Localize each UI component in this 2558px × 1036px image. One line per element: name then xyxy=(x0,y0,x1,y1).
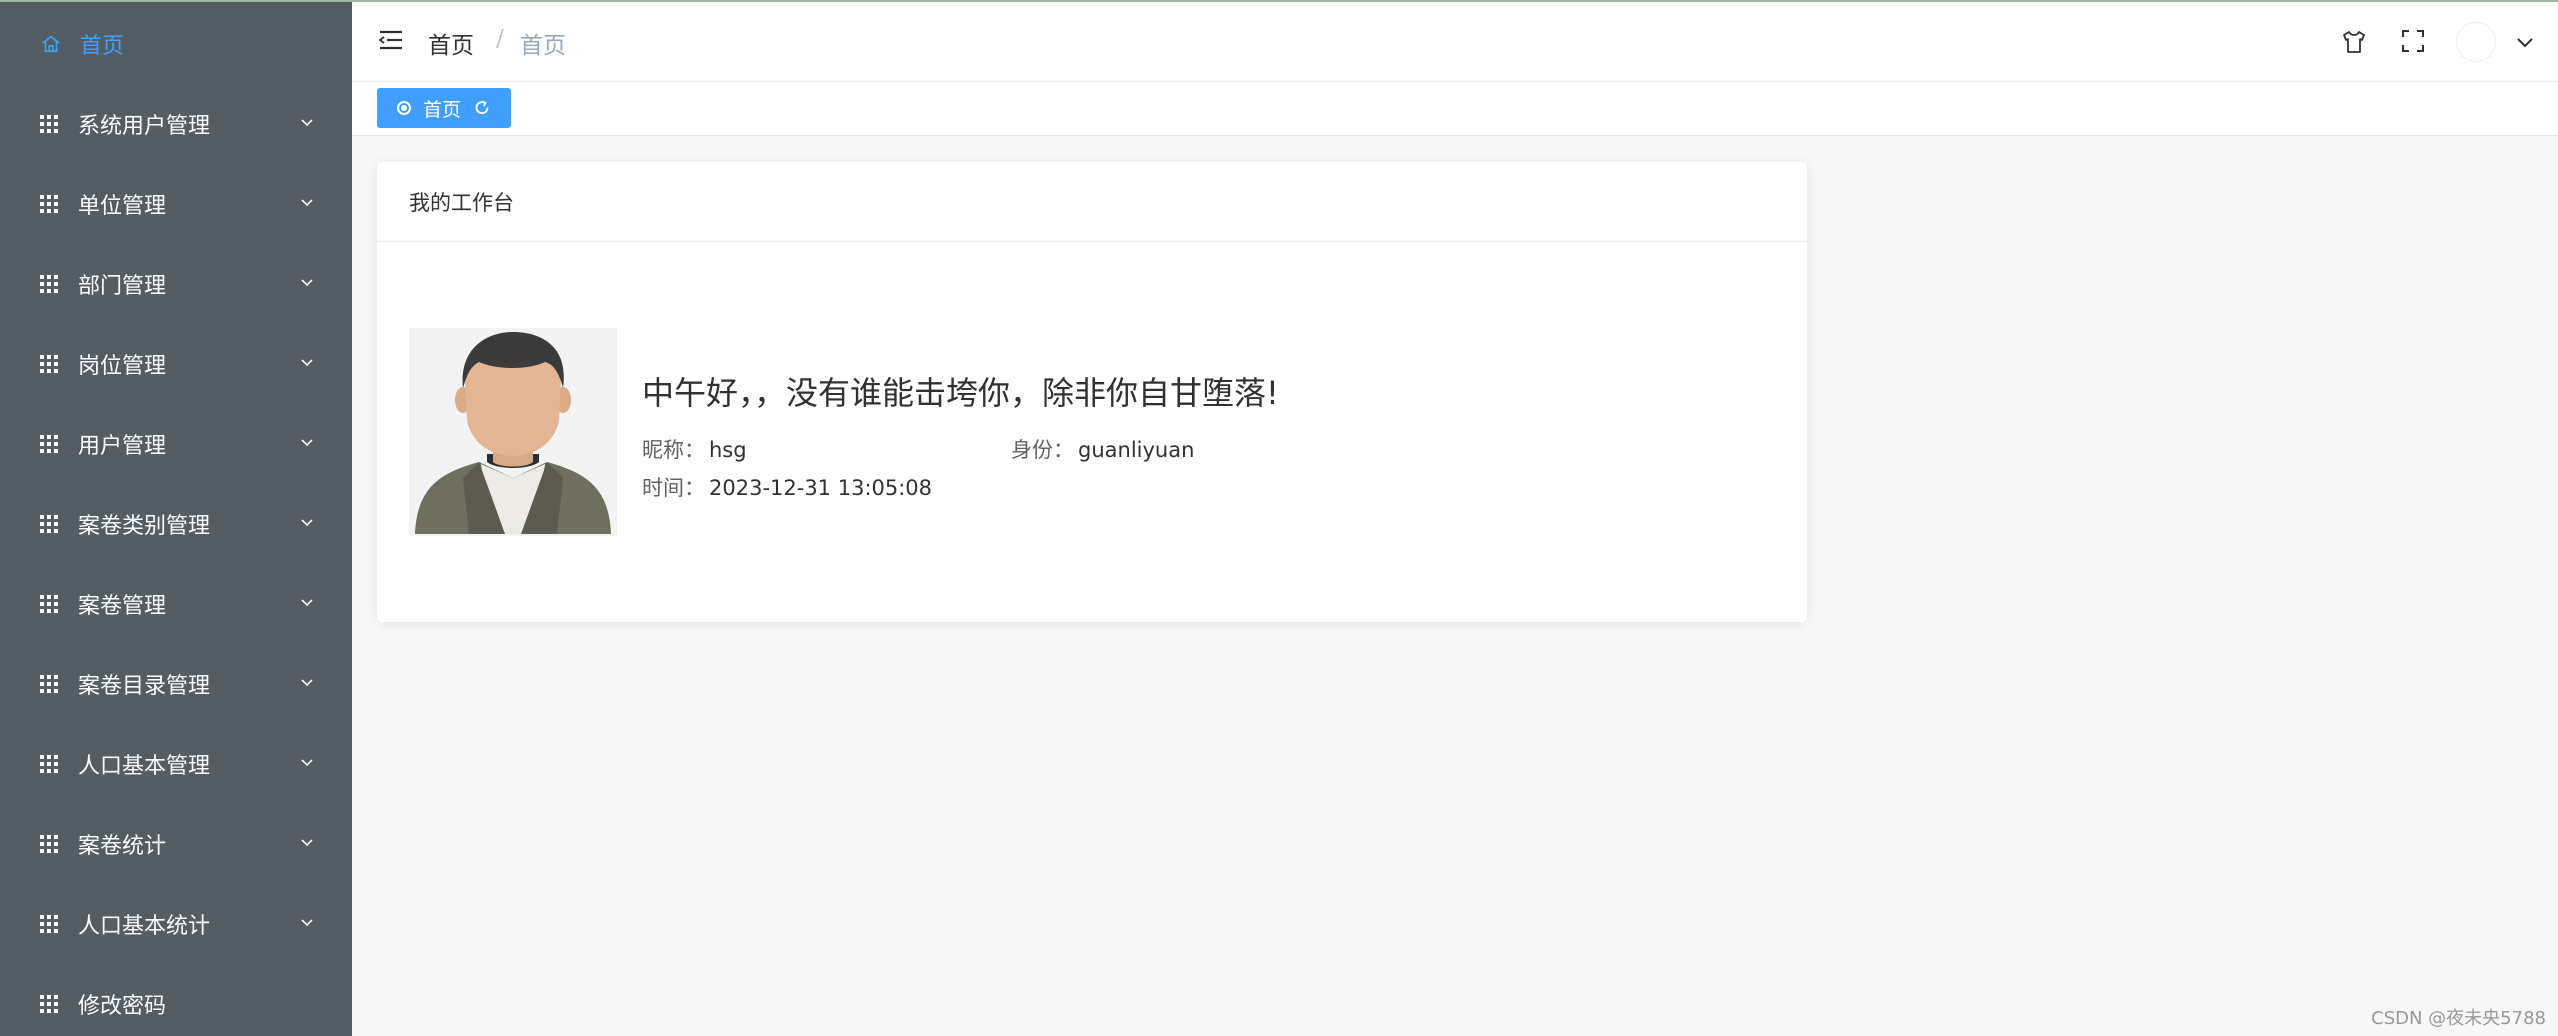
chevron-down-icon xyxy=(301,519,313,527)
card-title: 我的工作台 xyxy=(377,162,1807,242)
sidebar-item-label: 案卷管理 xyxy=(78,594,167,619)
grid-icon xyxy=(40,275,58,293)
grid-icon xyxy=(40,195,58,213)
sidebar-item-units[interactable]: 单位管理 xyxy=(0,164,352,244)
role-label: 身份： xyxy=(1011,438,1074,462)
chevron-down-icon xyxy=(301,919,313,927)
sidebar-item-label: 案卷目录管理 xyxy=(78,674,211,699)
sidebar-item-population-stats[interactable]: 人口基本统计 xyxy=(0,884,352,964)
greeting-text: 中午好，，没有谁能击垮你，除非你自甘堕落! xyxy=(642,374,1279,412)
sidebar-item-departments[interactable]: 部门管理 xyxy=(0,244,352,324)
sidebar-item-file-catalog[interactable]: 案卷目录管理 xyxy=(0,644,352,724)
chevron-down-icon[interactable] xyxy=(2514,32,2536,52)
nickname-label: 昵称： xyxy=(642,438,705,462)
workbench-card: 我的工作台 中午好，，没有谁能击垮你，除非你自甘堕落! 昵称： hsg 身份： gu… xyxy=(377,162,1807,622)
sidebar-item-users[interactable]: 用户管理 xyxy=(0,404,352,484)
time-value: 2023-12-31 13:05:08 xyxy=(709,476,933,500)
tag-label: 首页 xyxy=(423,98,462,121)
sidebar-item-system-users[interactable]: 系统用户管理 xyxy=(0,84,352,164)
refresh-icon[interactable] xyxy=(473,99,491,117)
time-label: 时间： xyxy=(642,476,705,500)
grid-icon xyxy=(40,515,58,533)
chevron-down-icon xyxy=(301,839,313,847)
sidebar-item-file-categories[interactable]: 案卷类别管理 xyxy=(0,484,352,564)
tag-home[interactable]: 首页 xyxy=(377,88,511,128)
grid-icon xyxy=(40,595,58,613)
chevron-down-icon xyxy=(301,679,313,687)
grid-icon xyxy=(40,755,58,773)
sidebar-item-files[interactable]: 案卷管理 xyxy=(0,564,352,644)
sidebar-item-label: 修改密码 xyxy=(78,994,167,1019)
sidebar-item-label: 人口基本管理 xyxy=(78,754,211,779)
time-info: 时间： 2023-12-31 13:05:08 xyxy=(642,472,932,502)
active-dot-icon xyxy=(397,101,411,115)
breadcrumb-current: 首页 xyxy=(520,33,566,59)
sidebar-item-positions[interactable]: 岗位管理 xyxy=(0,324,352,404)
sidebar-item-label: 用户管理 xyxy=(78,434,167,459)
grid-icon xyxy=(40,435,58,453)
chevron-down-icon xyxy=(301,759,313,767)
home-icon xyxy=(42,35,60,53)
sidebar-item-label: 单位管理 xyxy=(78,194,167,219)
grid-icon xyxy=(40,835,58,853)
sidebar-item-label: 案卷统计 xyxy=(78,834,167,859)
sidebar-item-label: 部门管理 xyxy=(78,274,167,299)
top-header: 首页 / 首页 xyxy=(352,2,2558,82)
shirt-icon[interactable] xyxy=(2340,28,2368,56)
avatar[interactable] xyxy=(2456,22,2496,62)
user-avatar xyxy=(409,328,617,536)
sidebar-item-home[interactable]: 首页 xyxy=(0,4,352,84)
role-value: guanliyuan xyxy=(1078,438,1195,462)
breadcrumb-home[interactable]: 首页 xyxy=(428,26,474,60)
grid-icon xyxy=(40,995,58,1013)
chevron-down-icon xyxy=(301,439,313,447)
sidebar-item-label: 岗位管理 xyxy=(78,354,167,379)
fullscreen-icon[interactable] xyxy=(2400,28,2426,54)
sidebar-item-label: 案卷类别管理 xyxy=(78,514,211,539)
nickname-value: hsg xyxy=(709,438,747,462)
sidebar-item-label: 人口基本统计 xyxy=(78,914,211,939)
chevron-down-icon xyxy=(301,599,313,607)
grid-icon xyxy=(40,915,58,933)
nickname-info: 昵称： hsg xyxy=(642,434,747,464)
sidebar-item-change-password[interactable]: 修改密码 xyxy=(0,964,352,1036)
sidebar-item-label: 首页 xyxy=(80,34,125,59)
grid-icon xyxy=(40,115,58,133)
role-info: 身份： guanliyuan xyxy=(1011,434,1194,464)
breadcrumb-separator: / xyxy=(496,26,504,52)
sidebar-item-population[interactable]: 人口基本管理 xyxy=(0,724,352,804)
sidebar-item-file-stats[interactable]: 案卷统计 xyxy=(0,804,352,884)
chevron-down-icon xyxy=(301,199,313,207)
sidebar-item-label: 系统用户管理 xyxy=(78,114,211,139)
watermark: CSDN @夜未央5788 xyxy=(2371,1008,2546,1029)
chevron-down-icon xyxy=(301,119,313,127)
grid-icon xyxy=(40,675,58,693)
sidebar-menu: 首页 系统用户管理 单位管理 部门管理 岗位管理 用户管理 案卷类别管理 案卷管… xyxy=(0,2,352,1036)
hamburger-icon[interactable] xyxy=(378,28,404,52)
chevron-down-icon xyxy=(301,359,313,367)
tags-view-bar: 首页 xyxy=(352,82,2558,136)
grid-icon xyxy=(40,355,58,373)
chevron-down-icon xyxy=(301,279,313,287)
